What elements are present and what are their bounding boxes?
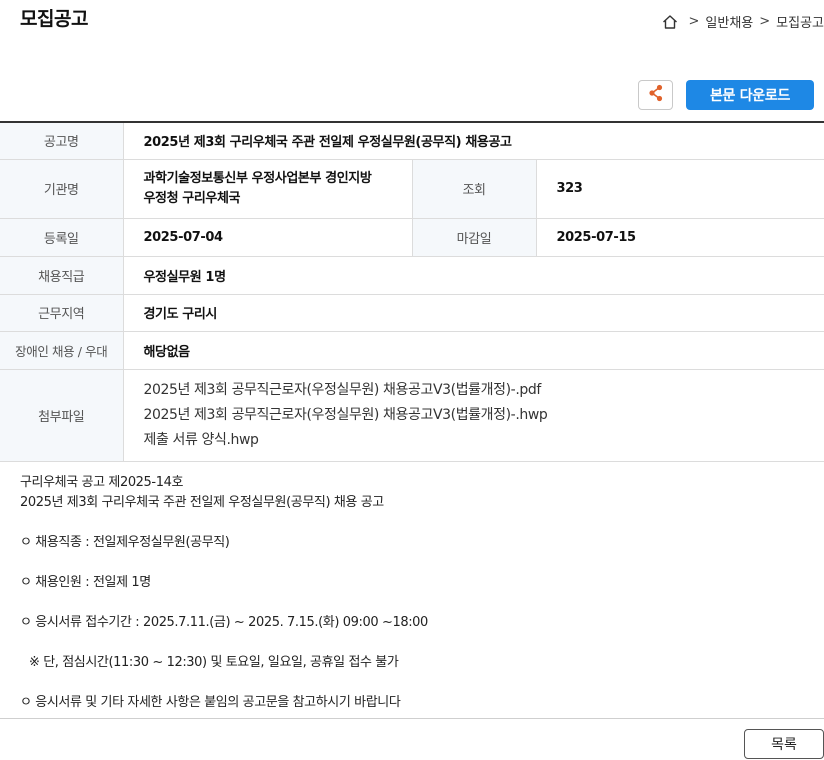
disability-label: 장애인 채용 / 우대: [0, 331, 124, 370]
attachments-list: 2025년 제3회 공무직근로자(우정실무원) 채용공고V3(법률개정)-.pd…: [123, 369, 824, 462]
breadcrumb-separator: >: [688, 14, 700, 29]
body-line: ※ 단, 점심시간(11:30 ~ 12:30) 및 토요일, 일요일, 공휴일…: [29, 655, 399, 670]
attachment-link[interactable]: 제출 서류 양식.hwp: [144, 428, 824, 453]
deadline-value: 2025-07-15: [536, 218, 824, 257]
attachment-link[interactable]: 2025년 제3회 공무직근로자(우정실무원) 채용공고V3(법률개정)-.hw…: [144, 403, 824, 428]
agency-value: 과학기술정보통신부 우정사업본부 경인지방 우정청 구리우체국: [123, 159, 413, 219]
home-icon[interactable]: [661, 13, 679, 31]
row-dates: 등록일 2025-07-04 마감일 2025-07-15: [0, 218, 824, 257]
region-value: 경기도 구리시: [123, 294, 824, 332]
reg-date-value: 2025-07-04: [123, 218, 413, 257]
row-disability: 장애인 채용 / 우대 해당없음: [0, 331, 824, 370]
views-value: 323: [536, 159, 824, 219]
body-line: ㅇ 응시서류 접수기간 : 2025.7.11.(금) ~ 2025. 7.15…: [20, 615, 428, 630]
notice-info-table: 공고명 2025년 제3회 구리우체국 주관 전일제 우정실무원(공무직) 채용…: [0, 121, 824, 462]
divider: [0, 718, 824, 719]
row-attachments: 첨부파일 2025년 제3회 공무직근로자(우정실무원) 채용공고V3(법률개정…: [0, 369, 824, 462]
title-label: 공고명: [0, 122, 124, 160]
deadline-label: 마감일: [412, 218, 537, 257]
list-button[interactable]: 목록: [744, 729, 824, 759]
row-region: 근무지역 경기도 구리시: [0, 294, 824, 332]
breadcrumb-item-general[interactable]: 일반채용: [705, 12, 753, 31]
position-value: 우정실무원 1명: [123, 256, 824, 295]
body-line: ㅇ 응시서류 및 기타 자세한 사항은 붙임의 공고문을 참고하시기 바랍니다: [20, 695, 401, 710]
download-button[interactable]: 본문 다운로드: [686, 80, 814, 110]
attachments-label: 첨부파일: [0, 369, 124, 462]
title-value: 2025년 제3회 구리우체국 주관 전일제 우정실무원(공무직) 채용공고: [123, 122, 824, 160]
body-line: 구리우체국 공고 제2025-14호: [20, 475, 184, 490]
page-title: 모집공고: [20, 8, 88, 30]
row-position: 채용직급 우정실무원 1명: [0, 256, 824, 295]
breadcrumb: > 일반채용 > 모집공고: [661, 12, 824, 31]
share-button[interactable]: [638, 80, 673, 110]
breadcrumb-item-notice[interactable]: 모집공고: [776, 12, 824, 31]
breadcrumb-separator: >: [759, 14, 771, 29]
body-line: 2025년 제3회 구리우체국 주관 전일제 우정실무원(공무직) 채용 공고: [20, 495, 384, 510]
views-label: 조회: [412, 159, 537, 219]
body-line: ㅇ 채용직종 : 전일제우정실무원(공무직): [20, 535, 230, 550]
region-label: 근무지역: [0, 294, 124, 332]
position-label: 채용직급: [0, 256, 124, 295]
reg-date-label: 등록일: [0, 218, 124, 257]
agency-label: 기관명: [0, 159, 124, 219]
row-title: 공고명 2025년 제3회 구리우체국 주관 전일제 우정실무원(공무직) 채용…: [0, 122, 824, 160]
disability-value: 해당없음: [123, 331, 824, 370]
agency-value-line2: 우정청 구리우체국: [143, 190, 241, 206]
body-line: ㅇ 채용인원 : 전일제 1명: [20, 575, 151, 590]
share-icon: [647, 83, 665, 107]
agency-value-line1: 과학기술정보통신부 우정사업본부 경인지방: [143, 170, 372, 186]
row-agency: 기관명 과학기술정보통신부 우정사업본부 경인지방 우정청 구리우체국 조회 3…: [0, 159, 824, 219]
attachment-link[interactable]: 2025년 제3회 공무직근로자(우정실무원) 채용공고V3(법률개정)-.pd…: [144, 378, 824, 403]
